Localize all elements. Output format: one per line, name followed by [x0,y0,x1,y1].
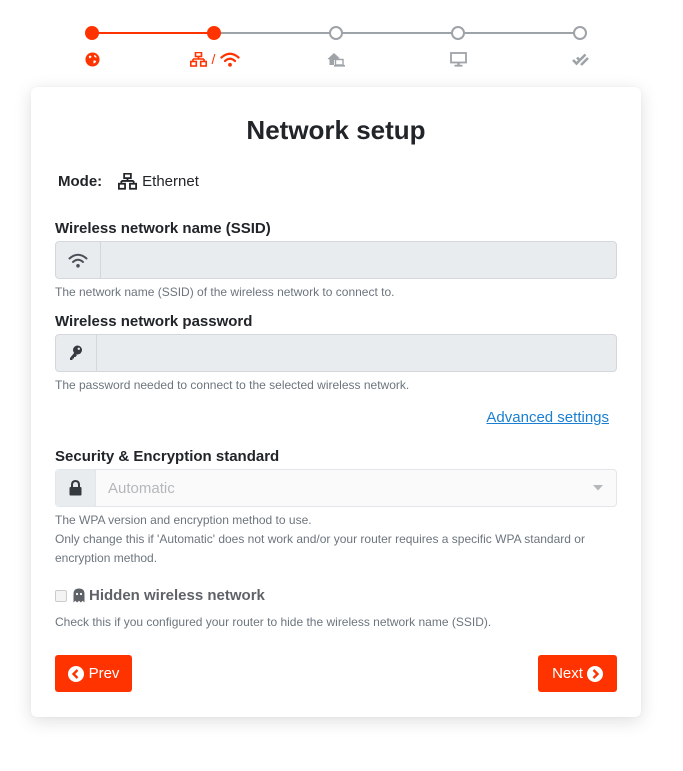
prev-button-label: Prev [88,665,120,682]
step-dot-2[interactable] [207,26,221,40]
next-button[interactable]: Next [538,655,617,692]
password-input-group [55,334,617,372]
security-help-line-2: Only change this if 'Automatic' does not… [55,532,585,565]
step-dot-1[interactable] [85,26,99,40]
step-connector-done [92,32,214,34]
security-selected-value: Automatic [108,479,175,497]
chevron-left-circle-icon [67,665,84,682]
password-input[interactable] [97,335,616,371]
double-check-icon [571,50,589,68]
advanced-settings-link[interactable]: Advanced settings [486,409,609,426]
network-mode-icons: / [186,50,244,68]
step-dot-3 [329,26,343,40]
wifi-icon [220,52,241,67]
ssid-label: Wireless network name (SSID) [55,220,271,237]
key-icon [56,335,97,371]
desktop-icon [449,50,467,68]
security-select[interactable]: Automatic [55,469,617,507]
prev-button[interactable]: Prev [55,655,132,692]
ghost-icon [73,588,85,603]
globe-icon [84,50,100,68]
home-laptop-icon [326,50,346,68]
page-title: Network setup [246,115,426,145]
mode-row: Mode: Ethernet [58,173,199,190]
hidden-network-checkbox[interactable] [55,589,67,602]
step-dot-5 [573,26,587,40]
lock-icon [56,470,96,506]
setup-stepper: / [0,0,683,80]
chevron-down-icon [580,470,616,506]
password-label: Wireless network password [55,313,253,330]
hidden-network-help: Check this if you configured your router… [55,615,492,629]
wifi-icon [56,242,101,278]
step-connector-pending [214,32,580,34]
mode-value: Ethernet [142,173,199,190]
mode-label: Mode: [58,173,103,190]
ssid-help: The network name (SSID) of the wireless … [55,285,395,299]
chevron-right-circle-icon [586,665,603,682]
hidden-network-row: Hidden wireless network [55,587,265,604]
hidden-network-label[interactable]: Hidden wireless network [89,587,265,604]
security-label: Security & Encryption standard [55,448,280,465]
ethernet-icon [189,51,207,67]
network-setup-card: Network setup Mode: Ethernet Wireless ne… [31,87,641,717]
step-separator: / [211,51,216,67]
ssid-input[interactable] [101,242,616,278]
ssid-input-group [55,241,617,279]
ethernet-icon [118,173,138,190]
next-button-label: Next [552,665,583,682]
security-help: The WPA version and encryption method to… [55,511,620,568]
password-help: The password needed to connect to the se… [55,378,410,392]
step-dot-4 [451,26,465,40]
security-help-line-1: The WPA version and encryption method to… [55,513,312,527]
